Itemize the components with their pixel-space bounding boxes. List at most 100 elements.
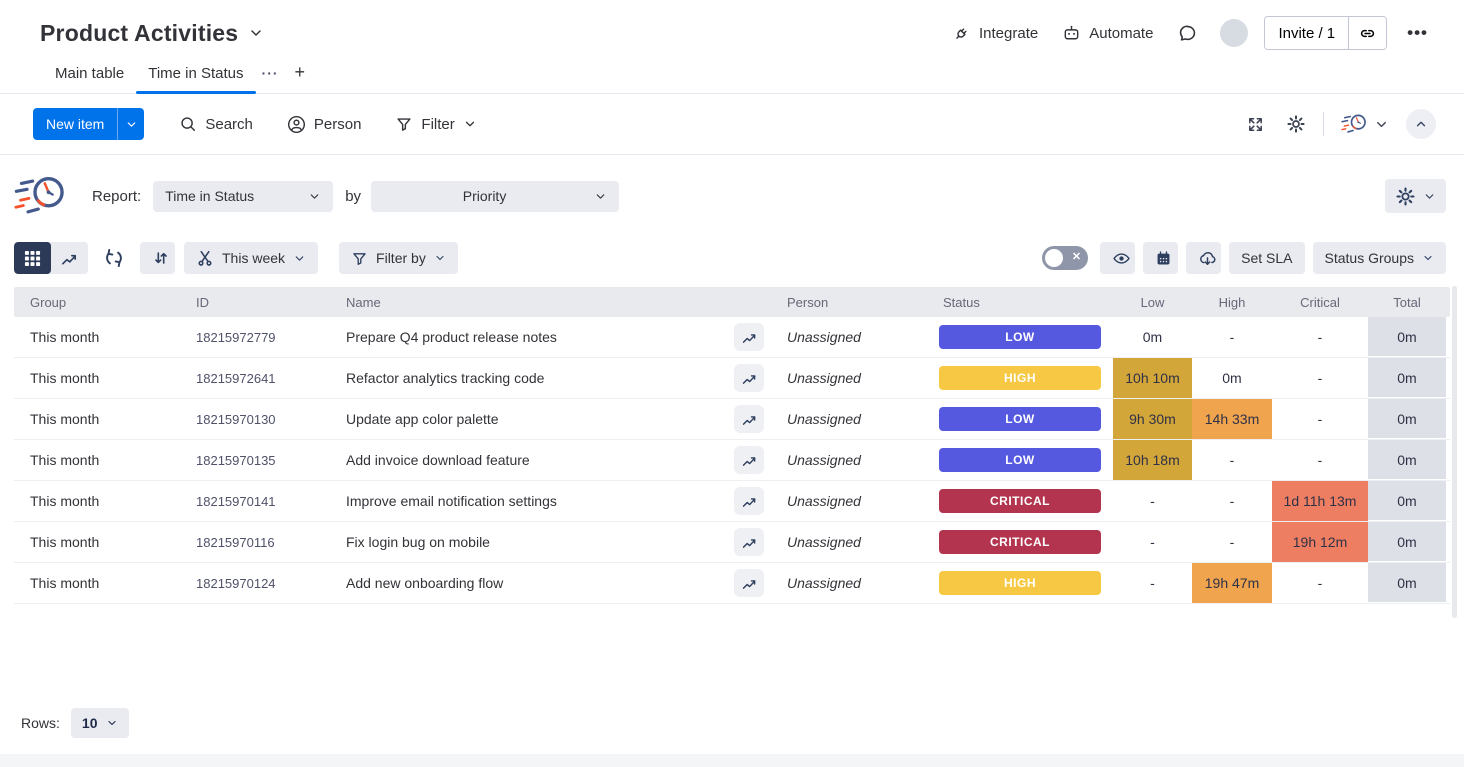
calendar-button[interactable] xyxy=(1143,242,1178,274)
report-group-value: Priority xyxy=(383,188,586,204)
column-header: ID xyxy=(180,295,330,310)
app-switcher-button[interactable] xyxy=(1337,106,1393,142)
toggle-off-x-icon: ✕ xyxy=(1072,250,1081,263)
table-view-button[interactable] xyxy=(14,242,51,274)
status-badge[interactable]: HIGH xyxy=(939,571,1101,595)
table-row: This month18215970130Update app color pa… xyxy=(14,399,1450,440)
status-badge[interactable]: LOW xyxy=(939,325,1101,349)
gear-icon xyxy=(1286,114,1306,134)
sort-button[interactable] xyxy=(140,242,175,274)
row-chart-button[interactable] xyxy=(734,364,764,392)
updates-button[interactable] xyxy=(1171,17,1204,50)
board-menu-chevron-icon[interactable] xyxy=(248,25,264,41)
refresh-button[interactable] xyxy=(97,245,131,271)
status-badge[interactable]: CRITICAL xyxy=(939,530,1101,554)
chart-view-button[interactable] xyxy=(51,242,88,274)
person-label: Person xyxy=(314,116,362,133)
row-chart-button[interactable] xyxy=(734,405,764,433)
tab-main-table[interactable]: Main table xyxy=(43,55,136,93)
line-chart-icon xyxy=(741,370,758,387)
board-more-button[interactable]: ••• xyxy=(1399,19,1436,47)
scrollbar[interactable] xyxy=(1452,286,1457,618)
report-settings-button[interactable] xyxy=(1385,179,1446,213)
row-chart-button[interactable] xyxy=(734,446,764,474)
critical-cell: - xyxy=(1272,399,1368,439)
rows-per-page-select[interactable]: 10 xyxy=(71,708,130,738)
row-chart-cell xyxy=(727,569,771,597)
high-cell: - xyxy=(1192,440,1272,480)
report-type-select[interactable]: Time in Status xyxy=(153,181,333,212)
person-cell[interactable]: Unassigned xyxy=(771,411,927,427)
search-label: Search xyxy=(205,116,253,133)
name-cell[interactable]: Refactor analytics tracking code xyxy=(330,370,727,386)
name-cell[interactable]: Improve email notification settings xyxy=(330,493,727,509)
integrate-button[interactable]: Integrate xyxy=(946,18,1044,49)
status-badge[interactable]: CRITICAL xyxy=(939,489,1101,513)
fullscreen-button[interactable] xyxy=(1242,111,1269,138)
set-sla-button[interactable]: Set SLA xyxy=(1229,242,1304,274)
filter-by-button[interactable]: Filter by xyxy=(339,242,458,274)
name-cell[interactable]: Add invoice download feature xyxy=(330,452,727,468)
row-chart-button[interactable] xyxy=(734,528,764,556)
chevron-down-icon xyxy=(293,252,306,265)
person-cell[interactable]: Unassigned xyxy=(771,534,927,550)
person-cell[interactable]: Unassigned xyxy=(771,370,927,386)
link-icon xyxy=(1358,24,1377,43)
id-cell: 18215972641 xyxy=(180,371,330,386)
collapse-header-button[interactable] xyxy=(1406,109,1436,139)
view-settings-button[interactable] xyxy=(1282,110,1310,138)
filter-button[interactable]: Filter xyxy=(386,109,485,139)
tab-options-icon[interactable]: ··· xyxy=(256,55,285,93)
total-cell: 0m xyxy=(1368,522,1446,562)
table-row: This month18215972779Prepare Q4 product … xyxy=(14,317,1450,358)
row-chart-cell xyxy=(727,323,771,351)
status-groups-label: Status Groups xyxy=(1325,250,1415,266)
period-select[interactable]: This week xyxy=(184,242,318,274)
name-cell[interactable]: Prepare Q4 product release notes xyxy=(330,329,727,345)
new-item-button[interactable]: New item xyxy=(33,108,117,140)
status-badge[interactable]: LOW xyxy=(939,407,1101,431)
invite-button[interactable]: Invite / 1 xyxy=(1265,17,1348,49)
row-chart-button[interactable] xyxy=(734,323,764,351)
export-button[interactable] xyxy=(1186,242,1221,274)
high-cell: - xyxy=(1192,481,1272,521)
chevron-down-icon xyxy=(434,252,446,264)
status-badge[interactable]: HIGH xyxy=(939,366,1101,390)
avatar[interactable] xyxy=(1220,19,1248,47)
search-button[interactable]: Search xyxy=(170,109,262,139)
status-badge[interactable]: LOW xyxy=(939,448,1101,472)
person-cell[interactable]: Unassigned xyxy=(771,452,927,468)
row-chart-button[interactable] xyxy=(734,487,764,515)
visibility-button[interactable] xyxy=(1100,242,1135,274)
name-cell[interactable]: Fix login bug on mobile xyxy=(330,534,727,550)
ellipsis-icon: ••• xyxy=(1407,23,1428,42)
copy-link-button[interactable] xyxy=(1348,17,1386,49)
funnel-icon xyxy=(351,250,368,267)
automate-button[interactable]: Automate xyxy=(1056,18,1159,49)
person-filter-button[interactable]: Person xyxy=(278,109,371,140)
by-label: by xyxy=(345,188,361,205)
column-header: Group xyxy=(14,295,180,310)
status-cell: LOW xyxy=(927,440,1113,480)
person-icon xyxy=(287,115,306,134)
total-cell: 0m xyxy=(1368,481,1446,521)
name-cell[interactable]: Add new onboarding flow xyxy=(330,575,727,591)
critical-cell: - xyxy=(1272,317,1368,357)
sla-toggle[interactable]: ✕ xyxy=(1042,246,1088,270)
add-view-button[interactable]: + xyxy=(285,54,316,93)
tab-time-in-status[interactable]: Time in Status xyxy=(136,55,255,93)
report-group-select[interactable]: Priority xyxy=(371,181,619,212)
critical-cell: - xyxy=(1272,440,1368,480)
person-cell[interactable]: Unassigned xyxy=(771,493,927,509)
status-cell: LOW xyxy=(927,317,1113,357)
person-cell[interactable]: Unassigned xyxy=(771,329,927,345)
status-groups-select[interactable]: Status Groups xyxy=(1313,242,1447,274)
chevron-down-icon xyxy=(586,190,607,203)
automate-label: Automate xyxy=(1089,25,1153,42)
chevron-down-icon xyxy=(463,117,477,131)
name-cell[interactable]: Update app color palette xyxy=(330,411,727,427)
person-cell[interactable]: Unassigned xyxy=(771,575,927,591)
chat-bubble-icon xyxy=(1177,23,1198,44)
new-item-menu-button[interactable] xyxy=(117,108,144,140)
row-chart-button[interactable] xyxy=(734,569,764,597)
